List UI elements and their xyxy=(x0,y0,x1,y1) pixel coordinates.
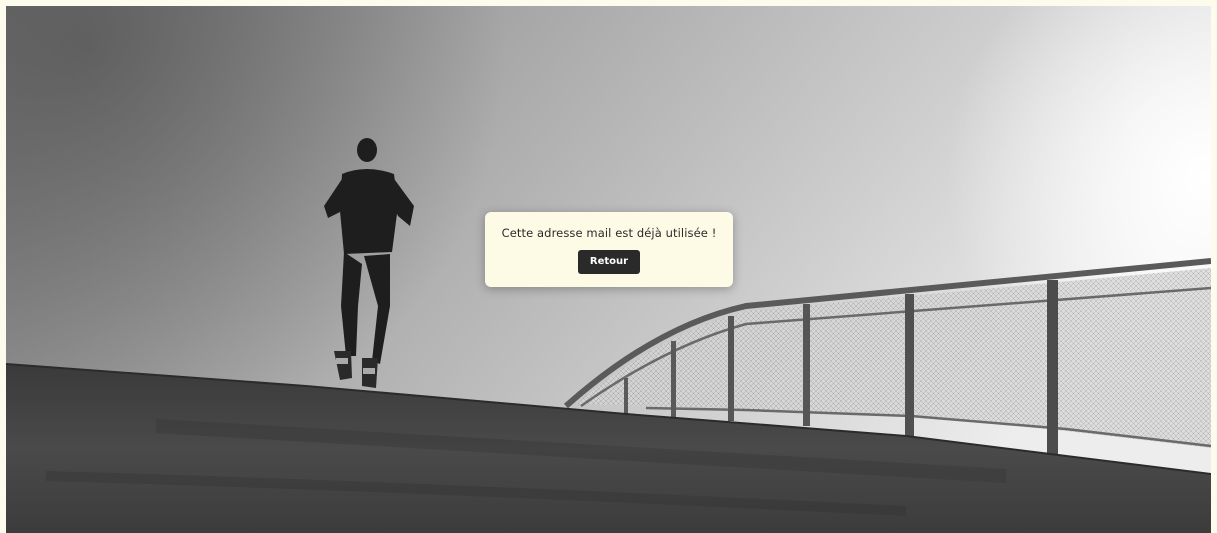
alert-dialog: Cette adresse mail est déjà utilisée ! R… xyxy=(485,212,733,287)
page: Cette adresse mail est déjà utilisée ! R… xyxy=(0,0,1217,533)
alert-message: Cette adresse mail est déjà utilisée ! xyxy=(501,226,717,240)
back-button[interactable]: Retour xyxy=(578,250,640,274)
